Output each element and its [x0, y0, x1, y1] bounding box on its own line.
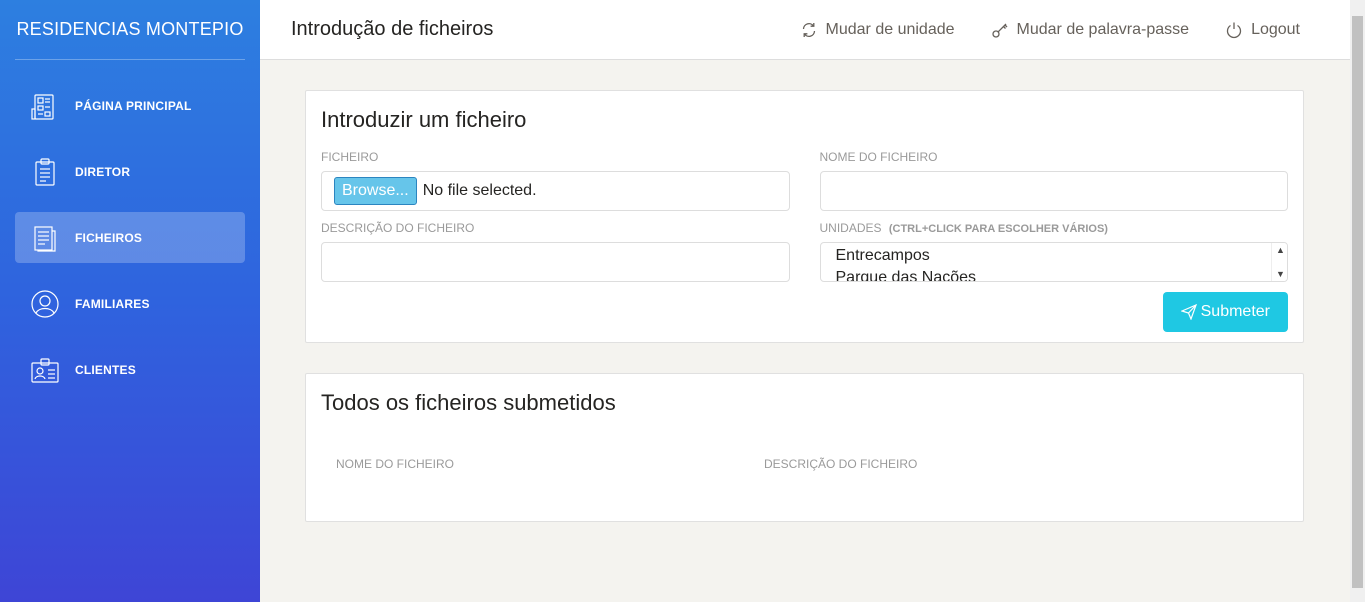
- top-navbar: Introdução de ficheiros Mudar de unidade…: [260, 0, 1350, 60]
- sidebar-item-label: DIRETOR: [75, 164, 131, 179]
- file-label: FICHEIRO: [321, 150, 379, 164]
- sidebar-item-familiares[interactable]: FAMILIARES: [15, 278, 245, 329]
- id-badge-icon: [30, 355, 60, 385]
- units-option[interactable]: Parque das Nações: [836, 267, 1273, 281]
- files-card-title: Todos os ficheiros submetidos: [321, 390, 616, 415]
- page-title: Introdução de ficheiros: [291, 18, 494, 40]
- column-header[interactable]: DESCRIÇÃO DO FICHEIRO: [764, 457, 917, 471]
- change-password-link[interactable]: Mudar de palavra-passe: [991, 20, 1190, 39]
- units-field-group: UNIDADES (CTRL+CLICK PARA ESCOLHER VÁRIO…: [819, 221, 1289, 282]
- submit-button[interactable]: Submeter: [1162, 292, 1288, 332]
- form-row: DESCRIÇÃO DO FICHEIRO UNIDADES (CTRL+CLI…: [321, 221, 1288, 282]
- submit-row: Submeter: [321, 292, 1288, 332]
- main-content: Introduzir um ficheiro FICHEIRO Browse..…: [305, 90, 1304, 552]
- change-unit-link[interactable]: Mudar de unidade: [800, 21, 955, 39]
- sidebar-item-clientes[interactable]: CLIENTES: [15, 344, 245, 395]
- sidebar-item-ficheiros[interactable]: FICHEIROS: [15, 212, 245, 263]
- upload-card: Introduzir um ficheiro FICHEIRO Browse..…: [305, 90, 1304, 343]
- sidebar-item-diretor[interactable]: DIRETOR: [15, 146, 245, 197]
- chevron-down-icon[interactable]: ▼: [1276, 269, 1285, 279]
- send-icon: [1180, 304, 1197, 320]
- sidebar-item-label: CLIENTES: [75, 362, 136, 377]
- change-unit-label: Mudar de unidade: [825, 20, 955, 38]
- units-hint: (CTRL+CLICK PARA ESCOLHER VÁRIOS): [888, 223, 1108, 235]
- document-icon: [30, 223, 60, 253]
- page-scrollbar[interactable]: [1350, 0, 1365, 602]
- user-circle-icon: [30, 289, 60, 319]
- files-card: Todos os ficheiros submetidos NOME DO FI…: [305, 373, 1304, 522]
- sidebar-item-pagina-principal[interactable]: PÁGINA PRINCIPAL: [15, 80, 245, 131]
- power-icon: [1226, 22, 1242, 38]
- units-scrollbar[interactable]: ▲ ▼: [1271, 243, 1287, 281]
- sidebar-item-label: FICHEIROS: [75, 230, 143, 245]
- scrollbar-thumb[interactable]: [1352, 16, 1363, 588]
- dashboard-icon: [30, 91, 60, 121]
- filename-label: NOME DO FICHEIRO: [819, 150, 938, 164]
- column-header[interactable]: NOME DO FICHEIRO: [336, 457, 764, 471]
- description-label: DESCRIÇÃO DO FICHEIRO: [321, 221, 475, 235]
- logout-link[interactable]: Logout: [1225, 21, 1300, 39]
- form-row: FICHEIRO Browse... No file selected. NOM…: [321, 150, 1288, 211]
- brand-title[interactable]: RESIDENCIAS MONTEPIO: [15, 0, 245, 60]
- logout-label: Logout: [1251, 20, 1300, 38]
- file-status: No file selected.: [422, 182, 537, 199]
- sidebar-item-label: PÁGINA PRINCIPAL: [75, 98, 192, 113]
- units-option[interactable]: Entrecampos: [836, 245, 1273, 267]
- top-actions: Mudar de unidade Mudar de palavra-passe …: [764, 21, 1300, 39]
- file-field-group: FICHEIRO Browse... No file selected.: [321, 150, 790, 211]
- key-icon: [991, 23, 1007, 38]
- sidebar-nav: PÁGINA PRINCIPAL DIRETOR FICHEIROS FAMIL…: [0, 60, 260, 395]
- sidebar: RESIDENCIAS MONTEPIO PÁGINA PRINCIPAL DI…: [0, 0, 260, 602]
- chevron-up-icon[interactable]: ▲: [1276, 245, 1285, 255]
- upload-card-title: Introduzir um ficheiro: [321, 107, 527, 132]
- files-table-header: NOME DO FICHEIRO DESCRIÇÃO DO FICHEIRO: [321, 433, 1288, 511]
- submit-label: Submeter: [1200, 303, 1270, 320]
- filename-input[interactable]: [819, 171, 1288, 211]
- description-field-group: DESCRIÇÃO DO FICHEIRO: [321, 221, 790, 282]
- clipboard-icon: [30, 157, 60, 187]
- units-label-wrap: UNIDADES (CTRL+CLICK PARA ESCOLHER VÁRIO…: [820, 221, 1289, 235]
- units-multiselect[interactable]: Entrecampos Parque das Nações ▲ ▼: [819, 242, 1288, 282]
- change-password-label: Mudar de palavra-passe: [1016, 20, 1190, 38]
- units-label: UNIDADES: [819, 221, 882, 235]
- browse-button[interactable]: Browse...: [334, 177, 417, 205]
- filename-field-group: NOME DO FICHEIRO: [819, 150, 1288, 211]
- description-input[interactable]: [321, 242, 790, 282]
- refresh-icon: [802, 22, 815, 37]
- sidebar-item-label: FAMILIARES: [75, 296, 150, 311]
- file-input[interactable]: Browse... No file selected.: [321, 171, 790, 211]
